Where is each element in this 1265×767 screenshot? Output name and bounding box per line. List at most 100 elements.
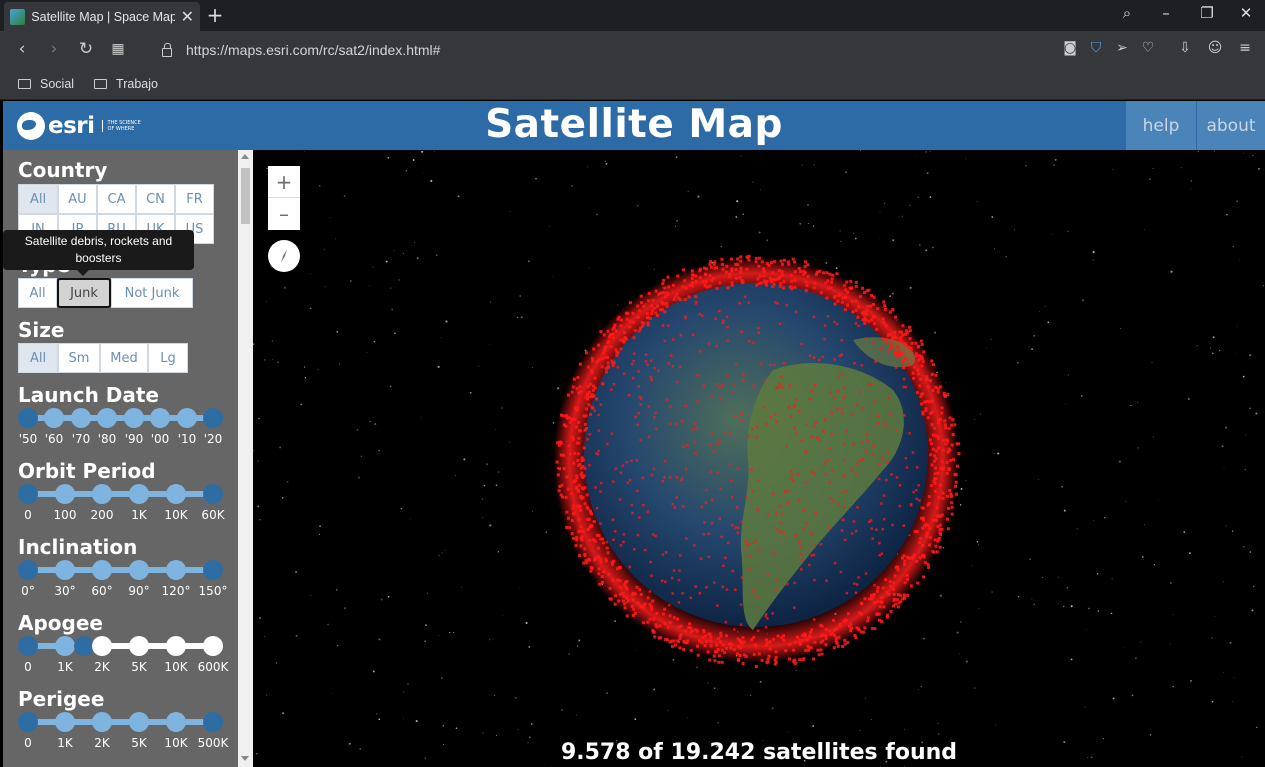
size-med-button[interactable]: Med	[100, 343, 148, 373]
bookmark-trabajo[interactable]: Trabajo	[94, 77, 158, 91]
debris-point	[713, 581, 716, 584]
heart-icon[interactable]: ♡	[1139, 40, 1157, 56]
apogee-min-handle[interactable]	[18, 636, 38, 656]
debris-point	[578, 362, 582, 366]
search-tabs-icon[interactable]: ⌕	[1116, 4, 1138, 22]
scroll-down-icon[interactable]	[241, 756, 249, 761]
about-button[interactable]: about	[1197, 101, 1265, 150]
debris-point	[741, 662, 745, 665]
star	[502, 615, 504, 616]
new-tab-button[interactable]: +	[205, 3, 225, 27]
debris-point	[860, 407, 864, 410]
star	[1197, 150, 1199, 153]
debris-point	[947, 447, 951, 451]
debris-point	[892, 587, 895, 591]
perigee-min-handle[interactable]	[18, 712, 38, 732]
back-button[interactable]: ‹	[11, 39, 33, 59]
send-icon[interactable]: ➢	[1113, 40, 1131, 56]
country-cn-button[interactable]: CN	[136, 184, 175, 214]
star	[965, 480, 967, 482]
sidebar-scrollbar[interactable]	[238, 150, 253, 767]
star	[495, 734, 497, 736]
debris-point	[651, 629, 655, 633]
debris-point	[671, 364, 675, 368]
debris-point	[701, 280, 705, 284]
country-fr-button[interactable]: FR	[175, 184, 214, 214]
debris-point	[919, 339, 923, 343]
debris-point	[800, 553, 803, 556]
country-all-button[interactable]: All	[18, 184, 58, 214]
debris-point	[772, 282, 776, 286]
speed-dial-icon[interactable]: ▦	[107, 41, 129, 57]
help-button[interactable]: help	[1126, 101, 1196, 150]
scroll-up-icon[interactable]	[241, 154, 249, 159]
browser-tab[interactable]: Satellite Map | Space Map S ✕	[4, 2, 200, 31]
debris-point	[758, 282, 761, 286]
apogee-max-handle[interactable]	[74, 636, 94, 656]
size-all-button[interactable]: All	[18, 343, 58, 373]
star	[976, 200, 978, 202]
debris-point	[638, 309, 642, 313]
forward-button[interactable]: ›	[43, 39, 65, 59]
star	[1229, 641, 1232, 644]
debris-point	[601, 541, 605, 545]
debris-point	[875, 528, 878, 531]
debris-point	[718, 386, 722, 389]
size-lg-button[interactable]: Lg	[148, 343, 188, 373]
snapshot-icon[interactable]: ◙	[1061, 40, 1079, 56]
close-window-button[interactable]: ✕	[1235, 4, 1257, 22]
profile-icon[interactable]: ☺	[1206, 40, 1224, 56]
compass-button[interactable]	[268, 240, 300, 272]
debris-point	[792, 660, 796, 664]
perigee-slider[interactable]	[18, 712, 223, 732]
restore-button[interactable]: ❐	[1196, 4, 1218, 22]
debris-point	[601, 357, 605, 361]
type-not-junk-button[interactable]: Not Junk	[111, 278, 193, 308]
type-junk-button[interactable]: Junk	[57, 278, 111, 308]
type-all-button[interactable]: All	[18, 278, 57, 308]
star	[444, 549, 446, 551]
url-text[interactable]: https://maps.esri.com/rc/sat2/index.html…	[186, 42, 440, 58]
address-bar[interactable]: https://maps.esri.com/rc/sat2/index.html…	[150, 37, 1050, 63]
scroll-thumb[interactable]	[241, 168, 250, 224]
debris-point	[836, 407, 839, 411]
debris-point	[804, 648, 808, 652]
debris-point	[872, 593, 876, 597]
debris-point	[619, 338, 623, 342]
country-ca-button[interactable]: CA	[97, 184, 136, 214]
orbit-period-slider[interactable]	[18, 484, 223, 504]
bookmark-social[interactable]: Social	[18, 77, 74, 91]
debris-point	[726, 325, 729, 329]
download-icon[interactable]: ⇩	[1176, 40, 1194, 56]
country-au-button[interactable]: AU	[58, 184, 97, 214]
debris-point	[950, 443, 954, 447]
launch-date-min-handle[interactable]	[18, 408, 38, 428]
debris-point	[933, 454, 937, 458]
inclination-min-handle[interactable]	[18, 560, 38, 580]
star	[918, 244, 921, 246]
debris-point	[832, 646, 836, 650]
globe-map-view[interactable]: + – 9.578 of 19.242 satellites found	[253, 150, 1265, 767]
debris-point	[626, 311, 630, 315]
apogee-slider[interactable]	[18, 636, 223, 656]
minimize-button[interactable]: –	[1155, 4, 1177, 22]
star	[1137, 447, 1139, 449]
reload-button[interactable]: ↻	[75, 39, 97, 59]
launch-date-slider[interactable]	[18, 408, 223, 428]
shield-icon[interactable]: ⛉	[1087, 40, 1105, 56]
zoom-out-button[interactable]: –	[268, 198, 300, 230]
orbit-period-max-handle[interactable]	[203, 484, 223, 504]
close-tab-icon[interactable]: ✕	[181, 7, 194, 26]
orbit-period-min-handle[interactable]	[18, 484, 38, 504]
star	[965, 660, 968, 663]
star	[717, 721, 720, 724]
earth-globe-scene[interactable]	[253, 150, 1265, 767]
launch-date-max-handle[interactable]	[203, 408, 223, 428]
perigee-max-handle[interactable]	[203, 712, 223, 732]
size-sm-button[interactable]: Sm	[58, 343, 100, 373]
inclination-max-handle[interactable]	[203, 560, 223, 580]
debris-point	[740, 412, 743, 415]
menu-icon[interactable]: ≡	[1236, 40, 1254, 56]
zoom-in-button[interactable]: +	[268, 166, 300, 198]
inclination-slider[interactable]	[18, 560, 223, 580]
